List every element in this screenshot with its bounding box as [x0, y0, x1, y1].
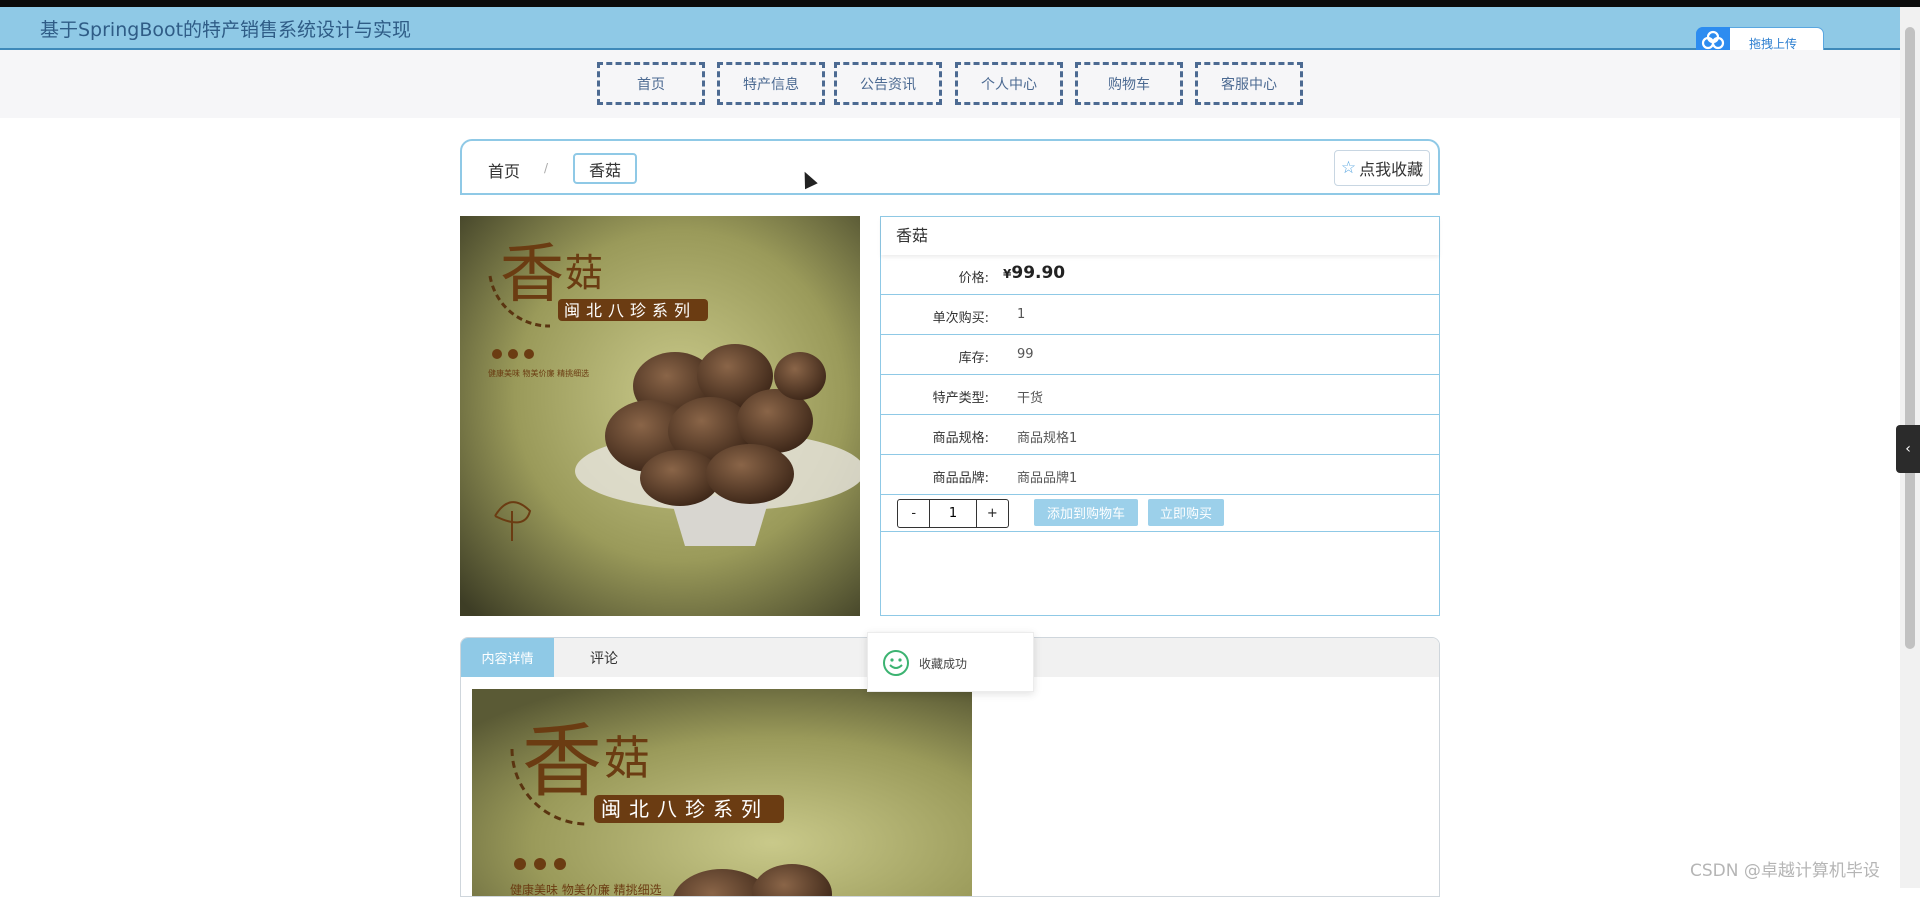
- price-value-wrap: ¥99.90: [1003, 263, 1065, 283]
- info-row-spec: 商品规格: 商品规格1: [881, 415, 1439, 455]
- tab-content-details[interactable]: 内容详情: [461, 638, 554, 677]
- quantity-minus-button[interactable]: -: [898, 500, 929, 527]
- favorite-button-label: 点我收藏: [1359, 160, 1424, 179]
- detail-image-series: 闽北八珍系列: [601, 797, 769, 821]
- nav-item-cart[interactable]: 购物车: [1075, 62, 1183, 105]
- divider: [881, 531, 1439, 532]
- nav-item-customer-service[interactable]: 客服中心: [1195, 62, 1303, 105]
- image-title-small: 菇: [565, 251, 603, 295]
- watermark: CSDN @卓越计算机毕设: [1690, 861, 1880, 881]
- star-icon: ☆: [1340, 158, 1357, 178]
- breadcrumb: 首页 / 香菇 ☆ 点我收藏: [460, 139, 1440, 195]
- image-series-text: 闽北八珍系列: [564, 301, 696, 320]
- quantity-input[interactable]: 1: [929, 500, 977, 527]
- favorite-button[interactable]: ☆ 点我收藏: [1334, 150, 1430, 186]
- site-header: 基于SpringBoot的特产销售系统设计与实现: [0, 7, 1900, 50]
- breadcrumb-current: 香菇: [573, 153, 637, 184]
- price-value: 99.90: [1011, 263, 1066, 283]
- info-row-value: 干货: [1017, 391, 1044, 406]
- main-nav: 首页 特产信息 公告资讯 个人中心 购物车 客服中心: [0, 50, 1900, 118]
- nav-item-personal-center[interactable]: 个人中心: [955, 62, 1063, 105]
- info-row-single-purchase: 单次购买: 1: [881, 295, 1439, 335]
- nav-item-announcements[interactable]: 公告资讯: [834, 62, 942, 105]
- info-row-label: 商品品牌:: [932, 471, 989, 486]
- smile-icon: [883, 650, 909, 676]
- toast-message: 收藏成功: [919, 657, 968, 671]
- info-row-value: 商品规格1: [1017, 431, 1078, 446]
- site-title: 基于SpringBoot的特产销售系统设计与实现: [40, 19, 412, 41]
- info-row-label: 单次购买:: [932, 311, 989, 326]
- info-row-value: 1: [1017, 307, 1026, 322]
- scrollbar-thumb[interactable]: [1905, 27, 1915, 649]
- info-row-type: 特产类型: 干货: [881, 375, 1439, 415]
- window-top-bar: [0, 0, 1920, 7]
- quantity-plus-button[interactable]: +: [977, 500, 1008, 527]
- add-to-cart-button[interactable]: 添加到购物车: [1034, 499, 1138, 526]
- info-row-value: 商品品牌1: [1017, 471, 1078, 486]
- image-title-big: 香: [500, 238, 564, 312]
- nav-item-specialties[interactable]: 特产信息: [717, 62, 825, 105]
- product-name: 香菇: [881, 217, 1439, 255]
- product-info-panel: 香菇 价格: ¥99.90 单次购买: 1 库存: 99 特产类型: 干货 商品…: [880, 216, 1440, 616]
- chevron-left-icon[interactable]: ‹: [1896, 425, 1920, 473]
- tab-comments[interactable]: 评论: [554, 638, 654, 677]
- info-row-value: 99: [1017, 347, 1034, 362]
- breadcrumb-separator: /: [544, 161, 549, 175]
- info-row-stock: 库存: 99: [881, 335, 1439, 375]
- price-row: 价格: ¥99.90: [881, 255, 1439, 295]
- info-row-label: 特产类型:: [932, 391, 989, 406]
- info-row-label: 库存:: [958, 351, 989, 366]
- nav-item-home[interactable]: 首页: [597, 62, 705, 105]
- price-label: 价格:: [958, 271, 989, 286]
- toast-notification: 收藏成功: [867, 632, 1034, 692]
- quantity-stepper: - 1 +: [897, 499, 1009, 528]
- info-row-brand: 商品品牌: 商品品牌1: [881, 455, 1439, 495]
- image-side-text: 健康美味 物美价廉 精挑细选: [488, 368, 589, 378]
- detail-image: 香 菇 闽北八珍系列 健康美味 物美价廉 精挑细选: [472, 689, 972, 897]
- detail-image-title-small: 菇: [604, 731, 650, 785]
- buy-now-button[interactable]: 立即购买: [1148, 499, 1224, 526]
- breadcrumb-home[interactable]: 首页: [488, 158, 520, 182]
- detail-image-side-text: 健康美味 物美价廉 精挑细选: [510, 882, 662, 897]
- product-image: 香 菇 闽北八珍系列 健康美味 物美价廉 精挑细选: [460, 216, 860, 616]
- info-row-label: 商品规格:: [932, 431, 989, 446]
- detail-image-title-big: 香: [522, 715, 602, 808]
